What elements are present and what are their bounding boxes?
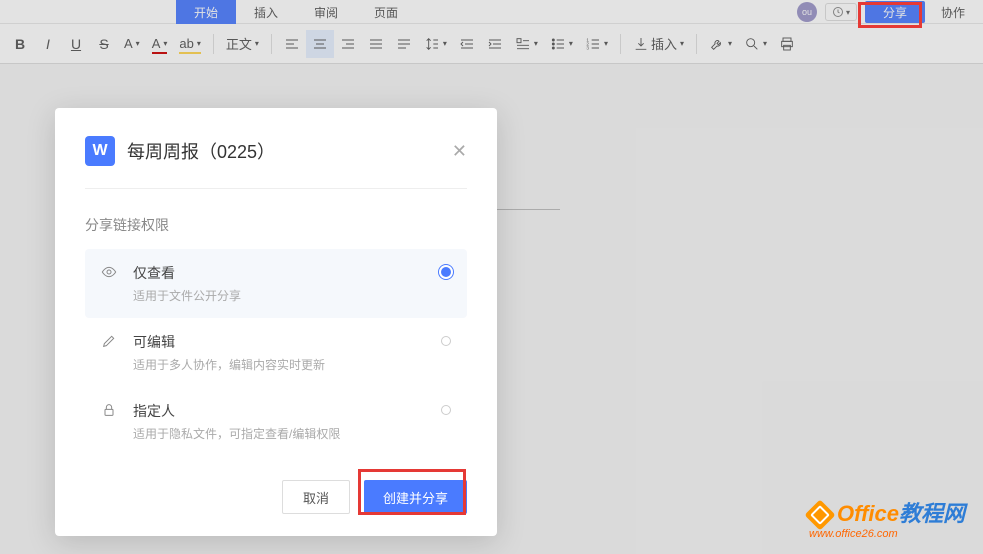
pencil-icon [101, 333, 119, 354]
cancel-button[interactable]: 取消 [282, 480, 350, 514]
option-title: 指定人 [133, 401, 427, 421]
doc-type-icon: W [85, 136, 115, 166]
radio-selected[interactable] [441, 267, 451, 277]
option-title: 可编辑 [133, 332, 427, 352]
option-view-only[interactable]: 仅查看 适用于文件公开分享 [85, 249, 467, 318]
lock-icon [101, 402, 119, 423]
share-dialog: W 每周周报（0225） ✕ 分享链接权限 仅查看 适用于文件公开分享 可编辑 … [55, 108, 497, 536]
option-desc: 适用于多人协作，编辑内容实时更新 [133, 356, 427, 373]
radio[interactable] [441, 405, 451, 415]
create-share-button[interactable]: 创建并分享 [364, 480, 467, 514]
option-desc: 适用于文件公开分享 [133, 287, 427, 304]
eye-icon [101, 264, 119, 285]
option-specified[interactable]: 指定人 适用于隐私文件，可指定查看/编辑权限 [85, 387, 467, 456]
watermark: Office教程网 www.office26.com [809, 496, 965, 540]
option-desc: 适用于隐私文件，可指定查看/编辑权限 [133, 425, 427, 442]
option-editable[interactable]: 可编辑 适用于多人协作，编辑内容实时更新 [85, 318, 467, 387]
section-label: 分享链接权限 [85, 215, 467, 235]
option-title: 仅查看 [133, 263, 427, 283]
radio[interactable] [441, 336, 451, 346]
dialog-title: 每周周报（0225） [127, 138, 440, 164]
close-icon[interactable]: ✕ [452, 141, 467, 162]
